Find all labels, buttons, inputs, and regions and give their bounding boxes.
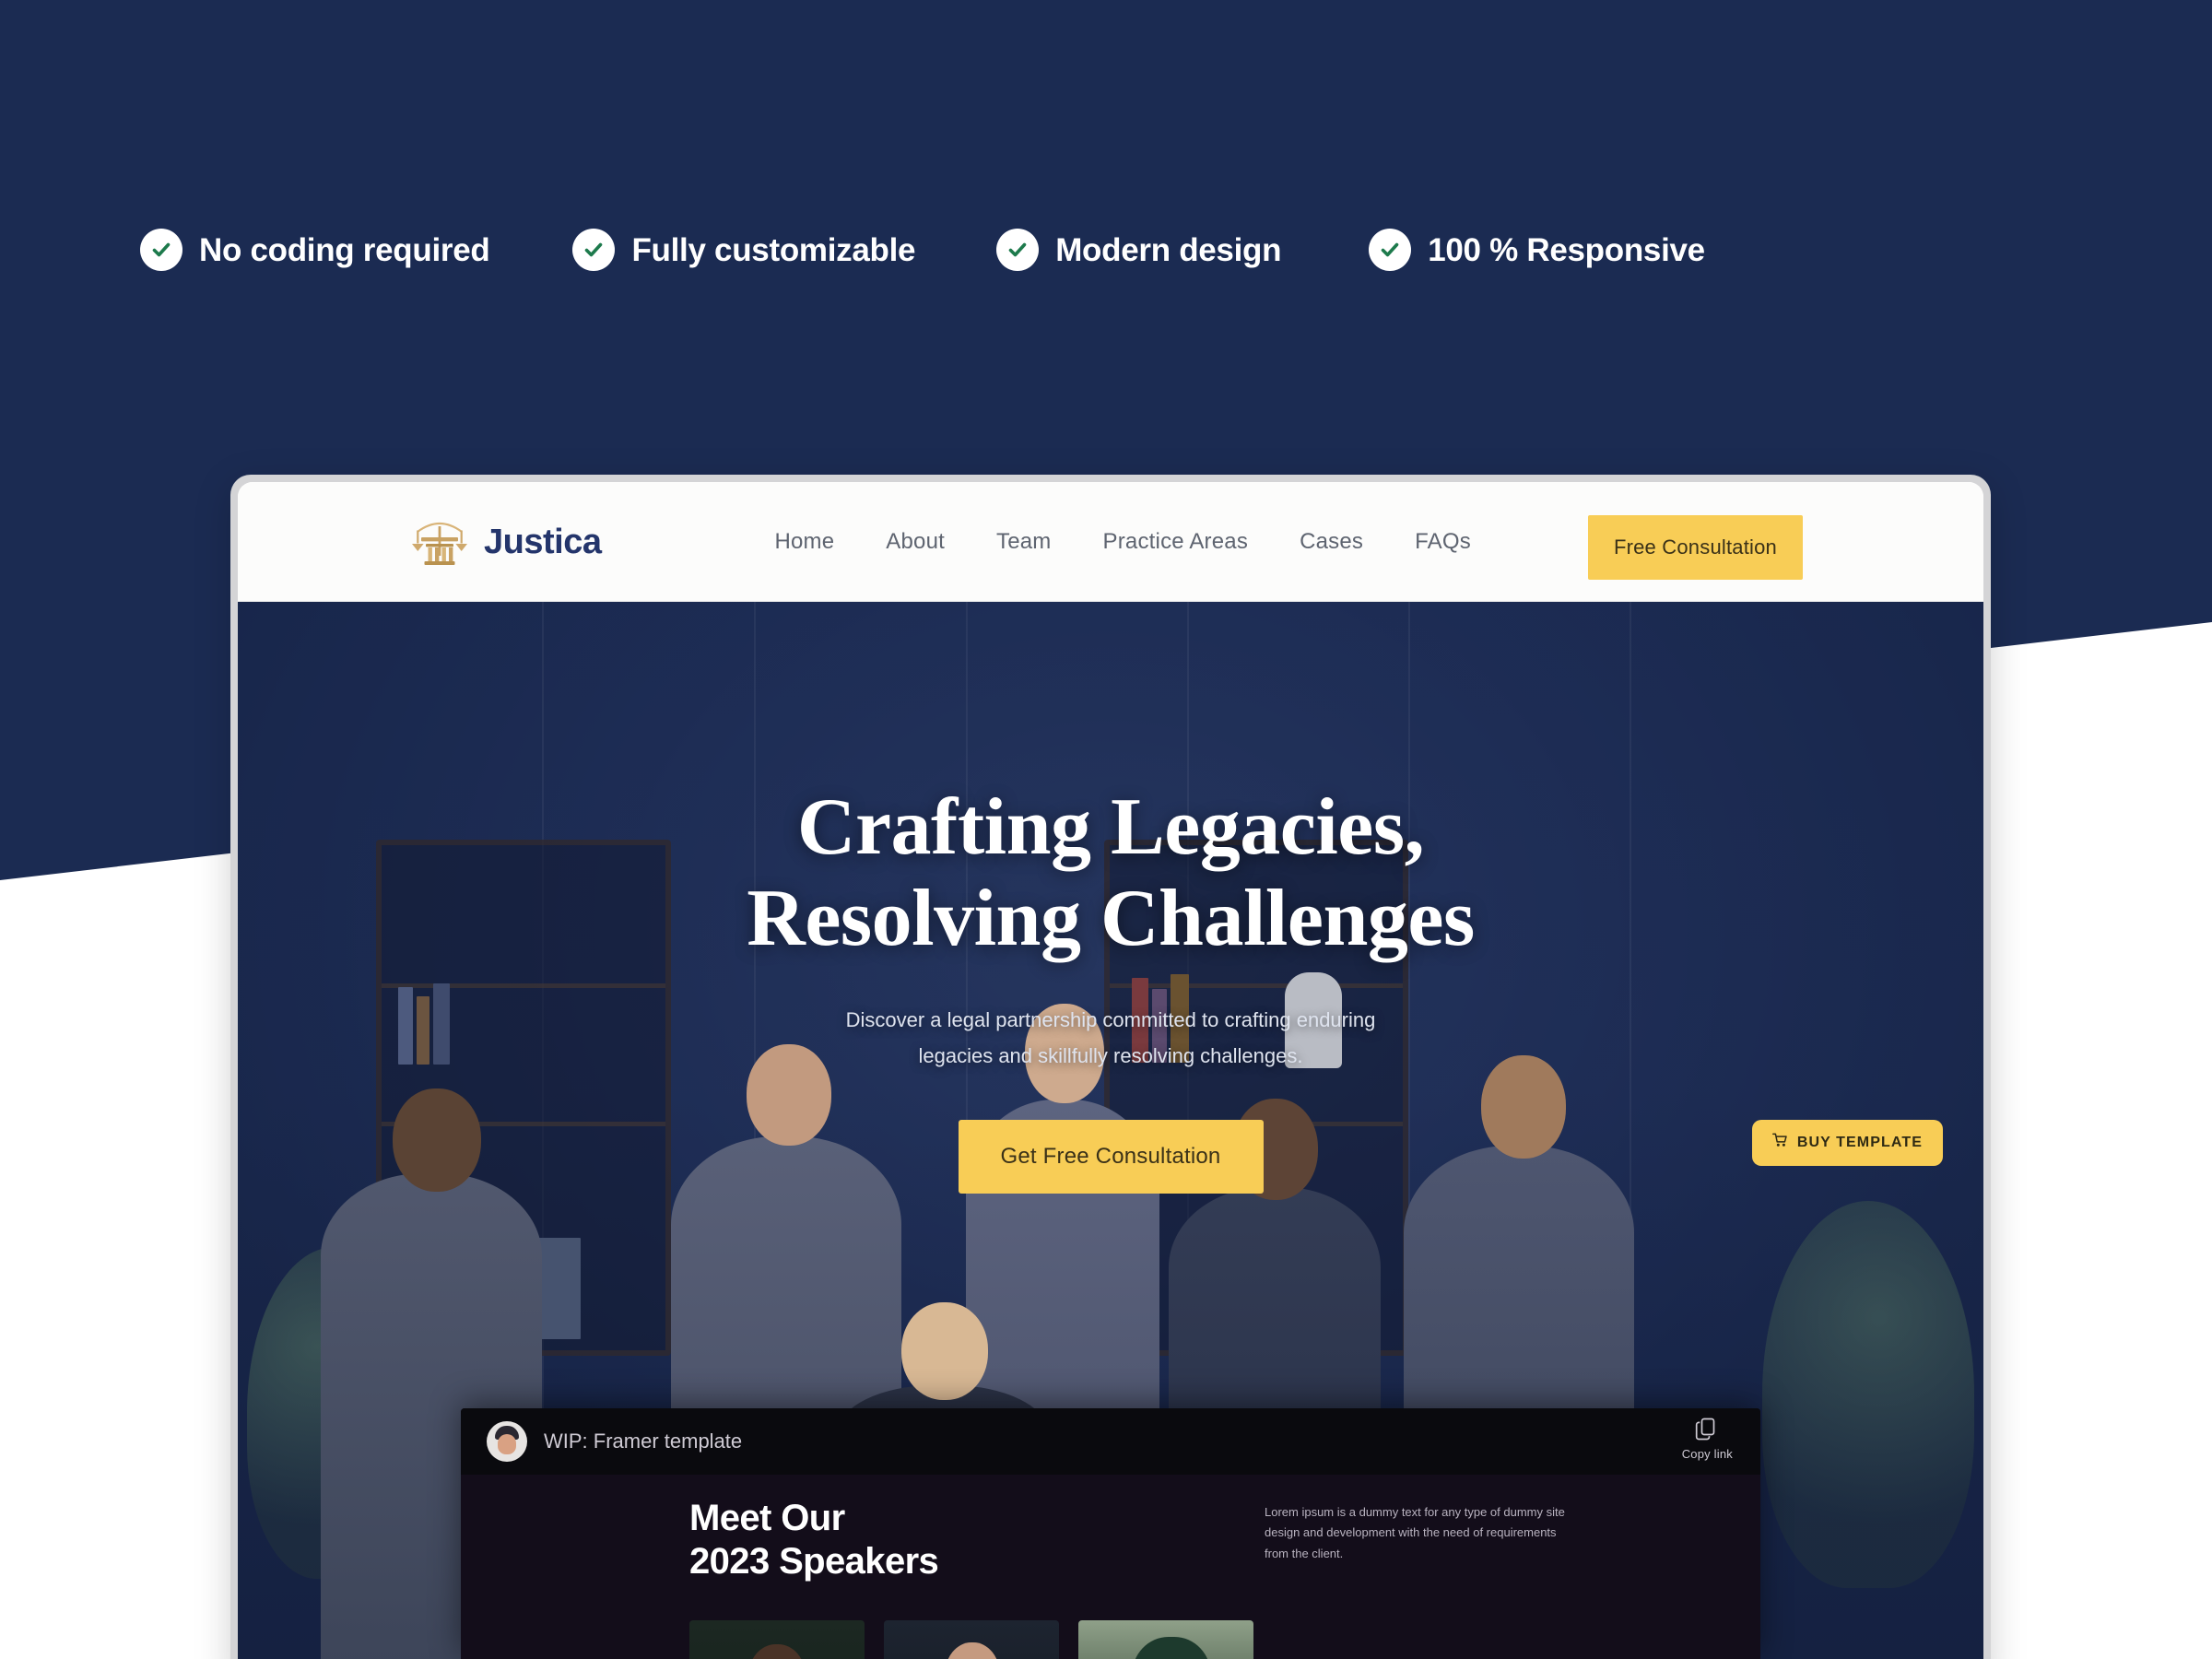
site-navigation: Home About Team Practice Areas Cases FAQ… <box>748 529 1496 555</box>
speakers-paragraph: Lorem ipsum is a dummy text for any type… <box>1265 1505 1565 1560</box>
hero-title: Crafting Legacies, Resolving Challenges <box>238 782 1983 964</box>
check-circle-icon <box>140 229 182 271</box>
copy-link-button[interactable]: Copy link <box>1682 1416 1733 1463</box>
speakers-heading: Meet Our 2023 Speakers <box>689 1497 939 1583</box>
speaker-head <box>945 1642 1000 1659</box>
hero-title-line-1: Crafting Legacies, <box>796 782 1425 872</box>
feature-label: 100 % Responsive <box>1428 231 1705 268</box>
speakers-heading-line-1: Meet Our <box>689 1498 845 1538</box>
feature-item-modern-design: Modern design <box>996 229 1281 271</box>
speakers-heading-line-2: 2023 Speakers <box>689 1541 939 1583</box>
nav-link-team[interactable]: Team <box>971 529 1077 555</box>
feature-item-customizable: Fully customizable <box>572 229 915 271</box>
avatar-face <box>498 1434 516 1454</box>
overlay-body: Meet Our 2023 Speakers Lorem ipsum is a … <box>461 1475 1760 1659</box>
scales-of-justice-icon <box>408 513 471 571</box>
plant-right <box>1762 1201 1974 1588</box>
avatar <box>487 1421 527 1462</box>
feature-item-no-coding: No coding required <box>140 229 490 271</box>
hero-subtitle: Discover a legal partnership committed t… <box>238 1003 1983 1074</box>
brand-name: Justica <box>484 522 602 561</box>
hero-subtitle-line-2: legacies and skillfully resolving challe… <box>918 1043 1303 1067</box>
feature-label: No coding required <box>199 231 490 268</box>
speaker-card[interactable] <box>884 1620 1059 1659</box>
check-circle-icon <box>572 229 616 271</box>
nav-link-about[interactable]: About <box>860 529 971 555</box>
speaker-card[interactable] <box>1078 1620 1253 1659</box>
buy-template-button[interactable]: BUY TEMPLATE <box>1751 1120 1943 1166</box>
site-header: Justica Home About Team Practice Areas C… <box>238 482 1983 602</box>
feature-label: Fully customizable <box>631 231 916 268</box>
overlay-title: WIP: Framer template <box>544 1430 743 1453</box>
nav-link-cases[interactable]: Cases <box>1274 529 1389 555</box>
check-circle-icon <box>996 229 1040 271</box>
nav-link-practice-areas[interactable]: Practice Areas <box>1077 529 1275 555</box>
feature-bullets-bar: No coding required Fully customizable Mo… <box>0 218 2212 282</box>
buy-template-label: BUY TEMPLATE <box>1796 1135 1923 1150</box>
hero-content: Crafting Legacies, Resolving Challenges … <box>238 782 1983 1194</box>
framer-preview-overlay: WIP: Framer template Copy link Meet Our … <box>461 1408 1760 1659</box>
overlay-title-bar: WIP: Framer template Copy link <box>461 1408 1760 1475</box>
person-head <box>901 1302 988 1400</box>
speaker-head <box>1132 1637 1211 1659</box>
brand-logo[interactable]: Justica <box>408 513 602 571</box>
check-circle-icon <box>1369 229 1412 271</box>
copy-icon <box>1682 1416 1733 1446</box>
shopping-cart-icon <box>1771 1133 1788 1153</box>
hero-title-line-2: Resolving Challenges <box>747 873 1475 963</box>
speaker-card[interactable] <box>689 1620 865 1659</box>
hero-subtitle-line-1: Discover a legal partnership committed t… <box>845 1008 1376 1032</box>
feature-label: Modern design <box>1055 231 1282 268</box>
free-consultation-button[interactable]: Free Consultation <box>1587 515 1803 580</box>
copy-link-label: Copy link <box>1681 1447 1733 1461</box>
get-free-consultation-button[interactable]: Get Free Consultation <box>958 1120 1264 1194</box>
speaker-card-list <box>689 1620 1253 1659</box>
nav-link-home[interactable]: Home <box>748 529 860 555</box>
speaker-head <box>748 1644 806 1659</box>
nav-link-faqs[interactable]: FAQs <box>1389 529 1497 555</box>
feature-item-responsive: 100 % Responsive <box>1369 229 1705 271</box>
